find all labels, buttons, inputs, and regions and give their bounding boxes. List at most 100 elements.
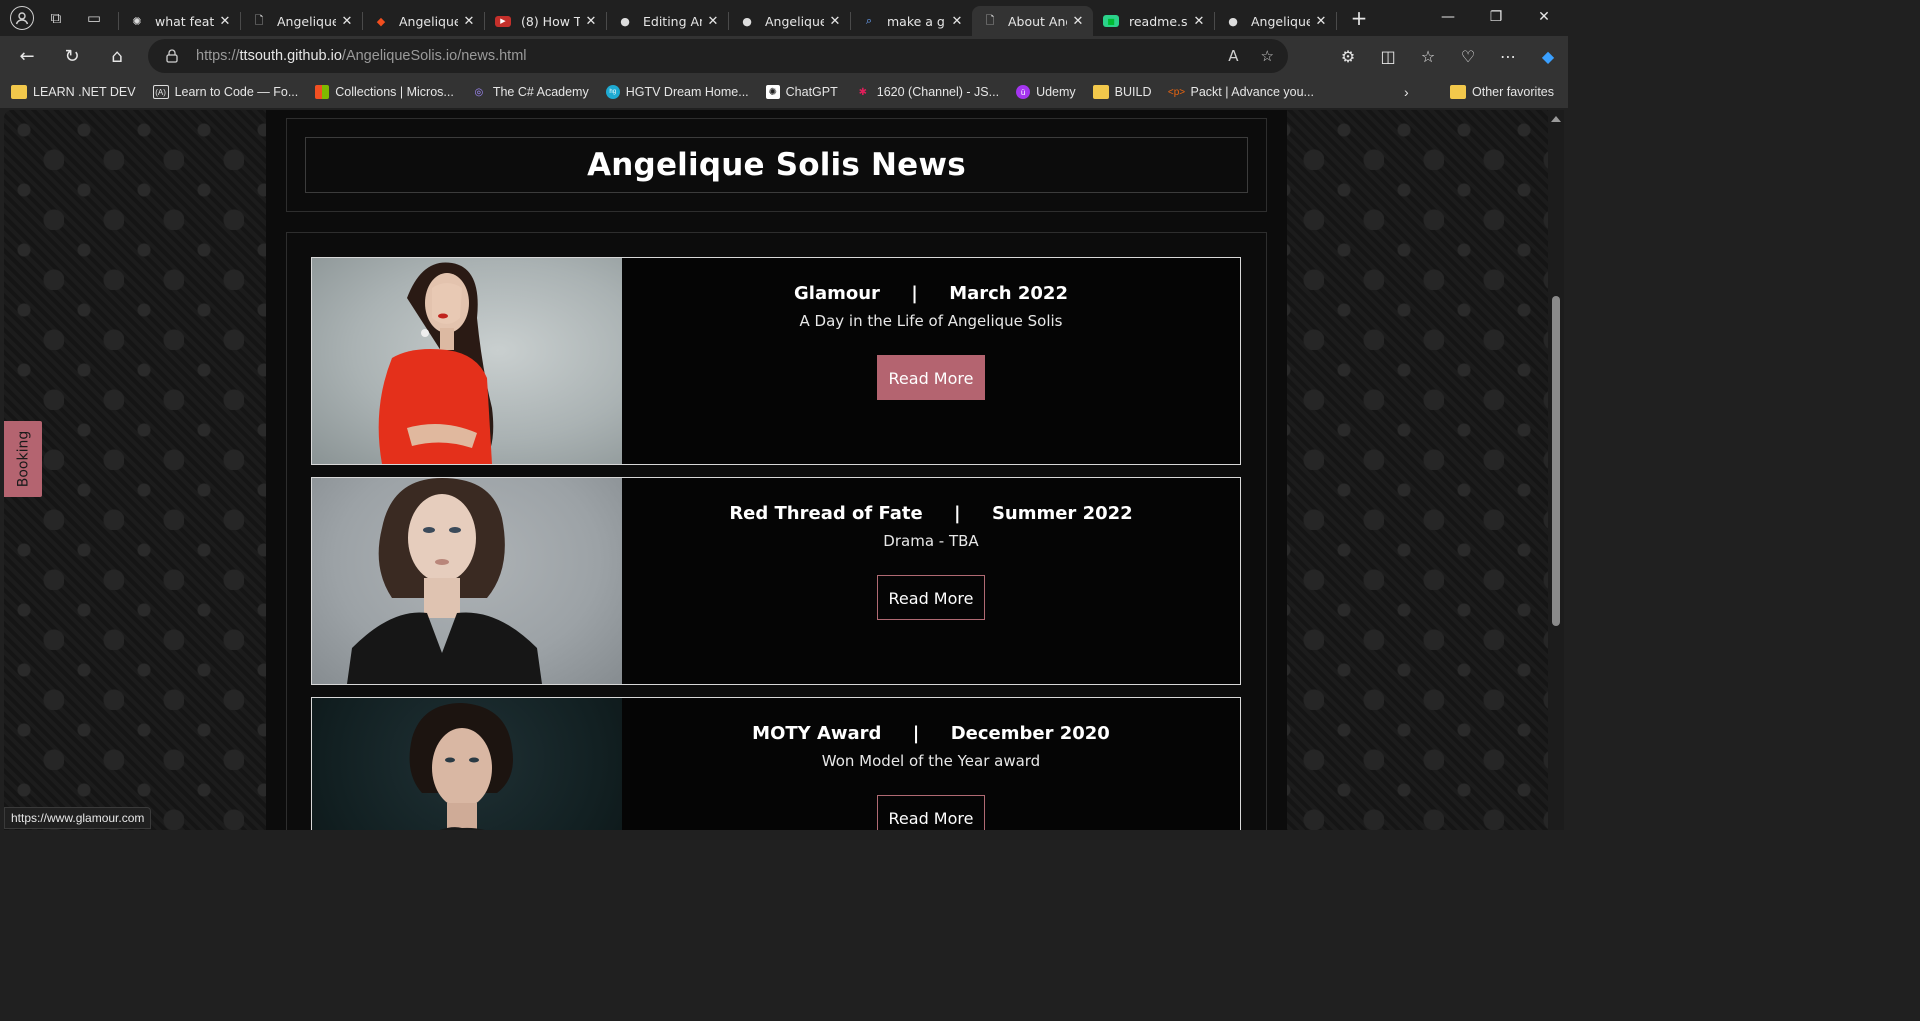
favorite-udemy[interactable]: ü Udemy (1016, 85, 1076, 99)
scroll-up-arrow-icon[interactable] (1551, 116, 1561, 122)
model-portrait (409, 703, 513, 830)
extensions-button[interactable]: ⚙ (1328, 40, 1368, 72)
heart-pulse-icon: ♡ (1460, 46, 1476, 66)
news-source: Red Thread of Fate (729, 503, 923, 524)
tab-actions-button[interactable]: ▭ (78, 2, 110, 34)
tab-8[interactable]: ■ readme.so ✕ (1093, 6, 1214, 36)
workspaces-icon: ⧉ (50, 9, 62, 27)
news-photo (312, 478, 622, 684)
separator: | (911, 283, 918, 304)
tab-3[interactable]: ▶ (8) How To ✕ (485, 6, 606, 36)
tab-4[interactable]: ● Editing An ✕ (607, 6, 728, 36)
tab-title: Angelique (765, 13, 824, 29)
favorites-button[interactable]: ☆ (1408, 40, 1448, 72)
favorite-label: BUILD (1114, 85, 1152, 99)
workspaces-button[interactable]: ⧉ (40, 2, 72, 34)
close-icon[interactable]: ✕ (706, 14, 720, 29)
more-dots-icon: ⋯ (1500, 46, 1516, 66)
tab-6[interactable]: ⌕ make a gif ✕ (851, 6, 972, 36)
page-scrollbar[interactable] (1548, 110, 1564, 830)
close-icon[interactable]: ✕ (1071, 14, 1085, 29)
restore-button[interactable]: ❐ (1472, 0, 1520, 34)
minimize-button[interactable]: — (1424, 0, 1472, 34)
close-icon[interactable]: ✕ (1314, 14, 1328, 29)
plus-icon: + (1350, 6, 1368, 30)
tab-5[interactable]: ● Angelique ✕ (729, 6, 850, 36)
close-icon[interactable]: ✕ (584, 14, 598, 29)
favorite-star-icon[interactable]: ☆ (1261, 47, 1274, 65)
favorite-label: ChatGPT (785, 85, 838, 99)
tab-0[interactable]: ✺ what featu ✕ (119, 6, 240, 36)
favorite-packt[interactable]: <p> Packt | Advance you... (1168, 85, 1314, 99)
model-portrait (347, 478, 542, 684)
favorite-label: The C# Academy (492, 85, 589, 99)
refresh-icon: ↻ (64, 45, 80, 67)
freecodecamp-icon: (A) (152, 85, 169, 99)
tab-title: (8) How To (521, 13, 580, 29)
lock-icon[interactable] (164, 48, 180, 64)
close-icon[interactable]: ✕ (950, 14, 964, 29)
status-url: https://www.glamour.com (4, 807, 152, 829)
home-button[interactable]: ⌂ (99, 40, 135, 72)
favorite-hgtv[interactable]: hg HGTV Dream Home... (605, 85, 749, 99)
browser-toolbar: ← ↻ ⌂ https://ttsouth.github.io/Angeliqu… (0, 36, 1568, 76)
toolbar-actions: ⚙ ◫ ☆ ♡ ⋯ ◆ (1328, 36, 1568, 76)
main-content: Angelique Solis News Glamour | March 202… (266, 110, 1287, 830)
tab-7-active[interactable]: 🗋 About Ang ✕ (972, 6, 1093, 36)
close-icon[interactable]: ✕ (828, 14, 842, 29)
news-source: Glamour (794, 283, 880, 304)
close-icon[interactable]: ✕ (340, 14, 354, 29)
favorite-label: Packt | Advance you... (1190, 85, 1314, 99)
address-bar[interactable]: https://ttsouth.github.io/AngeliqueSolis… (148, 39, 1288, 73)
figma-icon: ◆ (376, 14, 386, 28)
tab-divider (1336, 12, 1337, 30)
chevron-right-icon[interactable]: › (1404, 84, 1409, 100)
browser-essentials-button[interactable]: ♡ (1448, 40, 1488, 72)
favorite-chatgpt[interactable]: ✺ ChatGPT (765, 85, 838, 99)
news-card: Red Thread of Fate | Summer 2022 Drama -… (311, 477, 1241, 685)
back-button[interactable]: ← (9, 40, 45, 72)
close-icon[interactable]: ✕ (218, 14, 232, 29)
news-headline: Glamour | March 2022 (622, 283, 1240, 304)
read-more-button[interactable]: Read More (876, 795, 986, 830)
separator: | (912, 723, 920, 744)
news-card: Glamour | March 2022 A Day in the Life o… (311, 257, 1241, 465)
booking-tab[interactable]: Booking (4, 421, 42, 497)
favorite-label: LEARN .NET DEV (33, 85, 136, 99)
tab-1[interactable]: 🗋 Angelique ✕ (241, 6, 362, 36)
favorite-build[interactable]: BUILD (1092, 85, 1152, 99)
copilot-icon: ◆ (1541, 46, 1555, 66)
favorite-learn-to-code[interactable]: (A) Learn to Code — Fo... (152, 85, 298, 99)
favorite-slack-channel[interactable]: ✱ 1620 (Channel) - JS... (855, 85, 1000, 99)
news-description: A Day in the Life of Angelique Solis (799, 312, 1063, 330)
tab-title: About Ang (1008, 13, 1067, 29)
tab-2[interactable]: ◆ Angelique ✕ (363, 6, 484, 36)
refresh-button[interactable]: ↻ (54, 40, 90, 72)
read-more-button[interactable]: Read More (876, 575, 986, 620)
settings-menu-button[interactable]: ⋯ (1488, 40, 1528, 72)
close-icon[interactable]: ✕ (462, 14, 476, 29)
url-text[interactable]: https://ttsouth.github.io/AngeliqueSolis… (196, 48, 527, 64)
tab-title: make a gif (887, 13, 946, 29)
read-more-button[interactable]: Read More (876, 355, 986, 400)
split-screen-icon: ◫ (1380, 46, 1396, 66)
github-icon: ● (620, 14, 630, 28)
tab-title: readme.so (1129, 13, 1188, 29)
new-tab-button[interactable]: + (1343, 4, 1375, 32)
copilot-button[interactable]: ◆ (1528, 40, 1568, 72)
close-window-button[interactable]: ✕ (1520, 0, 1568, 34)
favorite-csharp-academy[interactable]: ◎ The C# Academy (471, 85, 589, 99)
news-headline: MOTY Award | December 2020 (622, 723, 1240, 744)
restore-icon: ❐ (1489, 9, 1503, 25)
favorite-learn-net-dev[interactable]: LEARN .NET DEV (11, 85, 136, 99)
other-favorites[interactable]: Other favorites (1450, 76, 1554, 108)
tab-9[interactable]: ● Angelique ✕ (1215, 6, 1336, 36)
scrollbar-thumb[interactable] (1552, 296, 1560, 626)
split-screen-button[interactable]: ◫ (1368, 40, 1408, 72)
read-aloud-icon[interactable]: A (1228, 47, 1238, 65)
favorite-label: Udemy (1036, 85, 1076, 99)
news-headline: Red Thread of Fate | Summer 2022 (622, 503, 1240, 524)
close-icon[interactable]: ✕ (1192, 14, 1206, 29)
favorite-collections[interactable]: Collections | Micros... (315, 85, 454, 99)
profile-button[interactable] (10, 6, 34, 30)
